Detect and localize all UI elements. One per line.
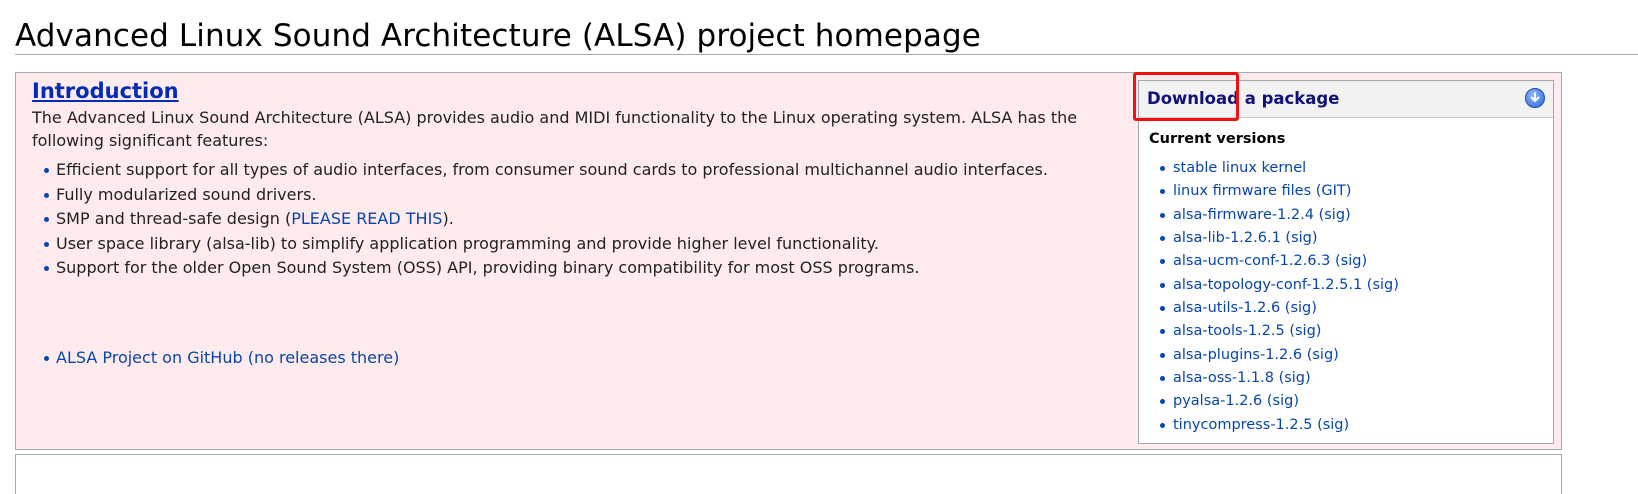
download-arrow-icon[interactable] bbox=[1525, 88, 1545, 108]
package-link[interactable]: stable linux kernel bbox=[1173, 160, 1306, 176]
feature-text-suffix: ). bbox=[442, 209, 454, 228]
list-item: Efficient support for all types of audio… bbox=[32, 158, 1048, 183]
list-item: ALSA Project on GitHub (no releases ther… bbox=[32, 346, 399, 371]
feature-text: Support for the older Open Sound System … bbox=[56, 258, 920, 277]
feature-text: Fully modularized sound drivers. bbox=[56, 184, 317, 204]
package-link[interactable]: alsa-firmware-1.2.4 (sig) bbox=[1173, 207, 1351, 223]
list-item: alsa-firmware-1.2.4 (sig) bbox=[1149, 204, 1399, 227]
package-link[interactable]: alsa-ucm-conf-1.2.6.3 (sig) bbox=[1173, 253, 1367, 269]
list-item: pyalsa-1.2.6 (sig) bbox=[1149, 390, 1399, 413]
list-item: alsa-plugins-1.2.6 (sig) bbox=[1149, 344, 1399, 367]
package-link[interactable]: alsa-oss-1.1.8 (sig) bbox=[1173, 370, 1311, 386]
package-list: stable linux kernel linux firmware files… bbox=[1149, 157, 1399, 437]
feature-list: Efficient support for all types of audio… bbox=[32, 158, 1048, 281]
list-item: Support for the older Open Sound System … bbox=[32, 256, 1048, 281]
title-divider bbox=[15, 54, 1638, 55]
package-link[interactable]: alsa-tools-1.2.5 (sig) bbox=[1173, 323, 1321, 339]
package-link[interactable]: linux firmware files (GIT) bbox=[1173, 183, 1351, 199]
list-item: Fully modularized sound drivers. bbox=[32, 183, 1048, 208]
list-item: alsa-oss-1.1.8 (sig) bbox=[1149, 367, 1399, 390]
list-item: alsa-utils-1.2.6 (sig) bbox=[1149, 297, 1399, 320]
package-link[interactable]: alsa-topology-conf-1.2.5.1 (sig) bbox=[1173, 277, 1399, 293]
page-title: Advanced Linux Sound Architecture (ALSA)… bbox=[15, 18, 981, 54]
package-link[interactable]: alsa-lib-1.2.6.1 (sig) bbox=[1173, 230, 1318, 246]
current-versions-label: Current versions bbox=[1149, 131, 1286, 147]
please-read-this-link[interactable]: PLEASE READ THIS bbox=[291, 209, 442, 228]
feature-text: SMP and thread-safe design ( bbox=[56, 209, 292, 228]
package-link[interactable]: alsa-plugins-1.2.6 (sig) bbox=[1173, 347, 1339, 363]
package-link[interactable]: tinycompress-1.2.5 (sig) bbox=[1173, 417, 1349, 433]
download-panel: Download a package Current versions stab… bbox=[1138, 80, 1554, 444]
package-link[interactable]: alsa-utils-1.2.6 (sig) bbox=[1173, 300, 1317, 316]
introduction-heading-link[interactable]: Introduction bbox=[32, 79, 179, 103]
feature-text: Efficient support for all types of audio… bbox=[56, 160, 1048, 179]
list-item: alsa-lib-1.2.6.1 (sig) bbox=[1149, 227, 1399, 250]
feature-text: User space library (alsa-lib) to simplif… bbox=[56, 233, 879, 253]
next-section-panel bbox=[15, 454, 1562, 494]
download-panel-header: Download a package bbox=[1139, 81, 1553, 118]
list-item: stable linux kernel bbox=[1149, 157, 1399, 180]
github-link[interactable]: ALSA Project on GitHub (no releases ther… bbox=[56, 348, 399, 367]
download-panel-title: Download a package bbox=[1147, 89, 1340, 108]
list-item: alsa-topology-conf-1.2.5.1 (sig) bbox=[1149, 274, 1399, 297]
intro-paragraph: The Advanced Linux Sound Architecture (A… bbox=[32, 108, 1078, 150]
list-item: alsa-tools-1.2.5 (sig) bbox=[1149, 320, 1399, 343]
list-item: tinycompress-1.2.5 (sig) bbox=[1149, 414, 1399, 437]
list-item: linux firmware files (GIT) bbox=[1149, 180, 1399, 203]
list-item: User space library (alsa-lib) to simplif… bbox=[32, 232, 1048, 257]
package-link[interactable]: pyalsa-1.2.6 (sig) bbox=[1173, 393, 1299, 409]
github-list: ALSA Project on GitHub (no releases ther… bbox=[32, 346, 399, 371]
list-item: SMP and thread-safe design (PLEASE READ … bbox=[32, 207, 1048, 232]
list-item: alsa-ucm-conf-1.2.6.3 (sig) bbox=[1149, 250, 1399, 273]
